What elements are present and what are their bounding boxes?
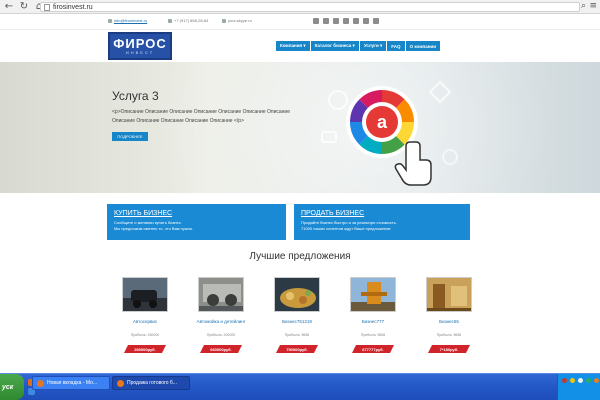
- mail-icon[interactable]: [363, 18, 369, 24]
- logo-main-text: ФИРОС: [113, 35, 167, 51]
- nav-item-catalog[interactable]: Каталог бизнеса ▾: [310, 41, 360, 51]
- hero-more-button[interactable]: ПОДРОБНЕЕ: [112, 132, 148, 141]
- nav-item-services[interactable]: Услуги ▾: [359, 41, 388, 51]
- vk-icon[interactable]: [313, 18, 319, 24]
- site-header: ФИРОС ИНВЕСТ Компания ▾ Каталог бизнеса …: [0, 30, 600, 62]
- phone-contact: +7 (917) 858-28-84: [168, 18, 208, 23]
- offer-name[interactable]: Бизнес751219: [262, 319, 332, 324]
- offer-profit: Прибыль: 150000: [130, 333, 160, 337]
- hero-slider: Услуга 3 <p>Описание Описание Описание О…: [0, 62, 600, 193]
- nav-item-company[interactable]: Компания ▾: [276, 41, 311, 51]
- tray-icon[interactable]: [594, 378, 599, 383]
- menu-icon[interactable]: ≡: [589, 1, 597, 11]
- system-tray: [557, 374, 600, 400]
- offer-profit: Прибыль: 5656: [284, 333, 310, 337]
- offer-card[interactable]: Автомойка и детейлинг Прибыль: 200000 66…: [196, 277, 246, 357]
- twitter-icon[interactable]: [323, 18, 329, 24]
- taskbar-item[interactable]: Новая вкладка - Мо...: [32, 376, 110, 390]
- firefox-icon: [117, 379, 124, 387]
- offer-profit: Прибыль: 5656: [436, 333, 462, 337]
- buy-business-title[interactable]: КУПИТЬ БИЗНЕС: [114, 209, 279, 218]
- phone-icon: [168, 18, 172, 23]
- logo-sub-text: ИНВЕСТ: [125, 49, 155, 55]
- contact-bar: info@firosinvest.ru +7 (917) 858-28-84 y…: [0, 14, 600, 30]
- offer-price: 7*180руб.: [428, 345, 470, 353]
- offer-card[interactable]: Автосервис Прибыль: 150000 260000руб.: [120, 277, 170, 357]
- taskbar-item-label: Продажа готового б...: [127, 380, 177, 386]
- best-offers-title: Лучшие предложения: [249, 251, 351, 262]
- sell-business-panel[interactable]: ПРОДАТЬ БИЗНЕС Продайте бизнес быстро и …: [294, 204, 470, 240]
- url-text: firosinvest.ru: [53, 3, 93, 11]
- buy-business-panel[interactable]: КУПИТЬ БИЗНЕС Сообщите о желании купить …: [107, 204, 286, 240]
- youtube-icon[interactable]: [343, 18, 349, 24]
- offer-photo[interactable]: [274, 277, 320, 312]
- offer-photo[interactable]: [122, 277, 168, 312]
- skype-icon: [222, 18, 226, 23]
- offer-name[interactable]: Бизнес777: [338, 319, 408, 324]
- offer-card[interactable]: Бизнес751219 Прибыль: 5656 750000руб.: [272, 277, 322, 357]
- svg-text:a: a: [377, 112, 388, 132]
- offer-price: 660000руб.: [200, 345, 242, 353]
- tray-icon[interactable]: [586, 378, 591, 383]
- back-arrow-icon[interactable]: ←: [3, 1, 15, 13]
- skype-text: your.skype.ru: [228, 18, 252, 23]
- email-contact[interactable]: info@firosinvest.ru: [108, 18, 147, 23]
- sell-business-text: Продайте бизнес быстро и за реальную сто…: [301, 220, 463, 232]
- offer-name[interactable]: Бизнес55: [414, 319, 484, 324]
- offer-photo[interactable]: [198, 277, 244, 312]
- instagram-icon[interactable]: [353, 18, 359, 24]
- page-icon: [44, 3, 50, 11]
- address-bar[interactable]: firosinvest.ru: [40, 2, 580, 12]
- taskbar-item[interactable]: Продажа готового б...: [112, 376, 190, 390]
- nav-item-faq[interactable]: FAQ: [387, 41, 406, 51]
- offer-profit: Прибыль: 200000: [206, 333, 236, 337]
- offer-price: 677777руб.: [352, 345, 394, 353]
- sell-business-title[interactable]: ПРОДАТЬ БИЗНЕС: [301, 209, 463, 218]
- offer-profit: Прибыль: 5656: [360, 333, 386, 337]
- nav-item-about[interactable]: О компании: [405, 41, 441, 51]
- offer-photo[interactable]: [426, 277, 472, 312]
- reload-icon[interactable]: ↻: [18, 1, 30, 13]
- taskbar-item-label: Новая вкладка - Мо...: [47, 380, 98, 386]
- sell-business-line: 71000 наших клиентов ждут Ваше предложен…: [301, 226, 391, 231]
- page-root: ← ↻ ⌂ firosinvest.ru ⌕ ≡ info@firosinves…: [0, 0, 600, 400]
- skype-contact: your.skype.ru: [222, 18, 252, 23]
- offer-price: 260000руб.: [124, 345, 166, 353]
- offer-card[interactable]: Бизнес777 Прибыль: 5656 677777руб.: [348, 277, 398, 357]
- search-icon[interactable]: ⌕: [581, 1, 586, 11]
- buy-business-text: Сообщите о желании купить бизнес. Мы пре…: [114, 220, 279, 232]
- start-button[interactable]: уск: [0, 374, 24, 400]
- hero-illustration: a: [321, 80, 458, 186]
- offer-photo[interactable]: [350, 277, 396, 312]
- tray-icon[interactable]: [562, 378, 567, 383]
- browser-toolbar: ← ↻ ⌂ firosinvest.ru ⌕ ≡: [0, 0, 600, 14]
- hero-title: Услуга 3: [112, 89, 159, 103]
- buy-business-line: Мы предложим именно то, что Вам нужно.: [114, 226, 194, 231]
- hero-description: <p>Описание Описание Описание Описание О…: [112, 109, 290, 124]
- social-links: [313, 18, 379, 24]
- tray-icon[interactable]: [578, 378, 583, 383]
- logo[interactable]: ФИРОС ИНВЕСТ: [108, 32, 172, 60]
- taskbar: уск Новая вкладка - Мо... Продажа готово…: [0, 373, 600, 400]
- main-nav: Компания ▾ Каталог бизнеса ▾ Услуги ▾ FA…: [276, 41, 441, 51]
- facebook-icon[interactable]: [333, 18, 339, 24]
- offer-card[interactable]: Бизнес55 Прибыль: 5656 7*180руб.: [424, 277, 474, 357]
- offer-price: 750000руб.: [276, 345, 318, 353]
- mail-icon: [108, 18, 112, 23]
- firefox-icon: [37, 379, 44, 387]
- offer-name[interactable]: Автомойка и детейлинг: [186, 319, 256, 324]
- offer-name[interactable]: Автосервис: [110, 319, 180, 324]
- tray-icon[interactable]: [570, 378, 575, 383]
- odnoklassniki-icon[interactable]: [373, 18, 379, 24]
- email-text[interactable]: info@firosinvest.ru: [114, 18, 147, 23]
- phone-text: +7 (917) 858-28-84: [174, 18, 209, 23]
